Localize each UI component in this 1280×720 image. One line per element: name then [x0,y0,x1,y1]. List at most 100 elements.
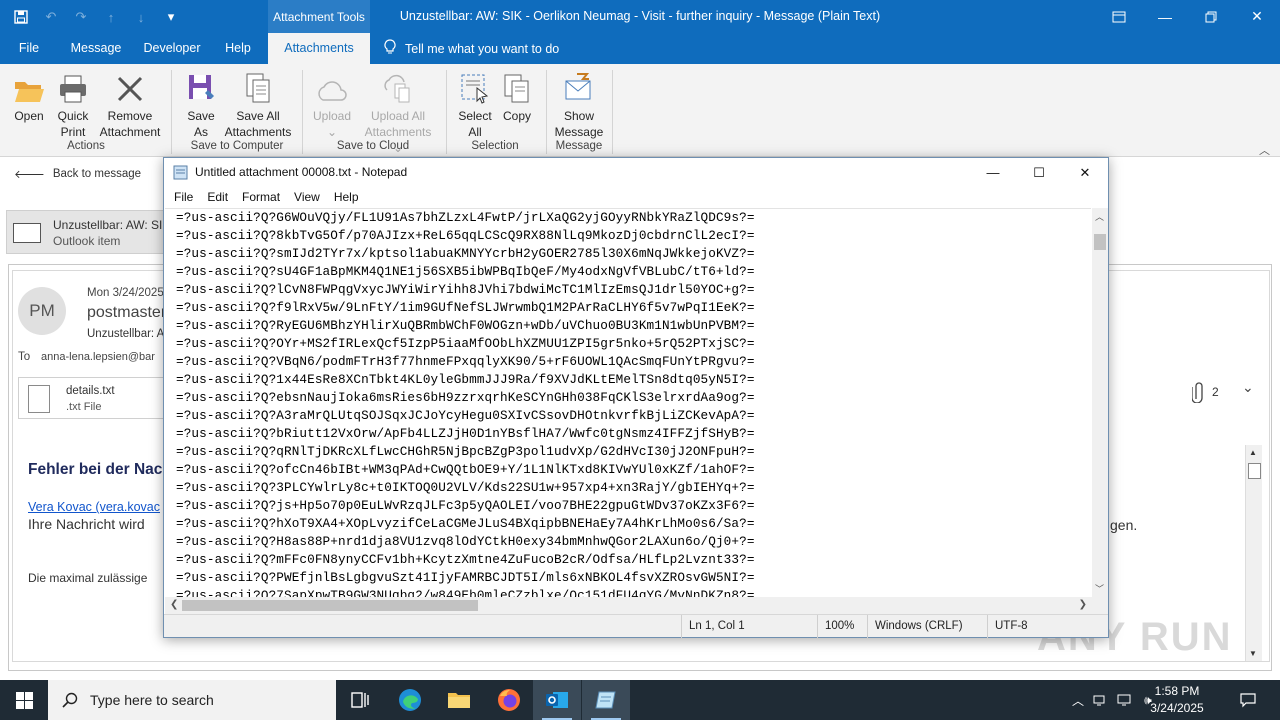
back-to-message-link[interactable]: 🡐 Back to message [14,167,141,181]
taskbar-clock[interactable]: 1:58 PM 3/24/2025 [1133,683,1221,717]
tab-message[interactable]: Message [62,33,130,64]
notepad-close-button[interactable]: ✕ [1062,158,1108,187]
notepad-horizontal-scrollbar[interactable]: ❮ ❯ [165,597,1092,614]
arrow-down-icon[interactable]: ↓ [128,6,154,28]
ribbon-display-options-icon[interactable] [1096,0,1142,33]
scroll-up-icon[interactable]: ︿ [1095,210,1104,223]
edge-taskbar-button[interactable] [386,680,434,720]
scroll-right-icon[interactable]: ❯ [1079,599,1087,610]
group-save-cloud-label: Save to Cloud [336,140,410,152]
tab-developer[interactable]: Developer [138,33,206,64]
menu-file[interactable]: File [167,187,200,208]
restore-button[interactable] [1188,0,1234,33]
show-message-label-1: Show [563,109,595,123]
chevron-up-icon[interactable]: ︿ [1068,692,1088,709]
dropdown-caret-icon: ⌄ [326,125,338,139]
menu-format[interactable]: Format [235,187,287,208]
open-button[interactable]: Open [8,70,50,124]
collapse-ribbon-icon[interactable]: ︿ [1259,142,1270,158]
attachment-count[interactable]: 2 [1192,381,1219,403]
customize-qat-icon[interactable]: ▾ [158,6,184,28]
notepad-minimize-button[interactable]: — [970,158,1016,187]
notepad-taskbar-button[interactable] [582,680,630,720]
notepad-maximize-button[interactable]: ☐ [1016,158,1062,187]
network-icon[interactable] [1088,693,1112,707]
menu-view[interactable]: View [287,187,327,208]
scroll-up-icon[interactable]: ▲ [1249,448,1257,457]
message-sender[interactable]: postmaster [87,304,166,322]
outlook-taskbar-button[interactable] [533,680,581,720]
taskbar-search-box[interactable]: Type here to search [48,680,336,720]
remove-attachment-button[interactable]: Remove Attachment [96,70,164,140]
tab-file[interactable]: File [8,33,50,64]
search-placeholder: Type here to search [90,692,214,708]
chevron-down-icon[interactable]: ⌄ [1242,379,1254,396]
upload-button[interactable]: Upload ⌄ [308,70,356,140]
text-line: =?us-ascii?Q?H8as88P+nrd1dja8VU1zvq8lOdY… [176,534,755,549]
redo-icon[interactable]: ↷ [68,6,94,28]
quick-print-label-1: Quick [57,109,89,123]
tell-me-text: Tell me what you want to do [405,41,560,56]
save-icon[interactable] [8,6,34,28]
message-link[interactable]: Vera Kovac (vera.kovac [28,500,160,514]
paperclip-icon [1192,382,1203,403]
envelope-icon [13,223,41,243]
close-button[interactable]: ✕ [1234,0,1280,33]
text-line: =?us-ascii?Q?sU4GF1aBpMKM4Q1NE1j56SXB5ib… [176,264,755,279]
file-explorer-taskbar-button[interactable] [435,680,483,720]
notepad-text-area[interactable]: =?us-ascii?Q?G6WOuVQjy/FL1U91As7bhZLzxL4… [165,208,1091,597]
tab-help[interactable]: Help [214,33,262,64]
upload-label: Upload [312,109,352,123]
cloud-icon [318,81,347,101]
firefox-icon [498,689,520,711]
quick-print-button[interactable]: Quick Print [52,70,94,140]
menu-edit[interactable]: Edit [200,187,235,208]
notification-center-icon[interactable] [1232,680,1264,720]
copy-label: Copy [502,109,531,123]
show-message-button[interactable]: Show Message [552,70,606,140]
vertical-scroll-thumb[interactable] [1094,234,1106,250]
firefox-taskbar-button[interactable] [485,680,533,720]
save-as-button[interactable]: Save As [180,70,222,140]
message-scrollbar[interactable]: ▲ ▼ [1245,445,1262,661]
windows-taskbar: Type here to search ︿ 🕪 1:58 PM 3/24/202… [0,680,1280,720]
text-line: =?us-ascii?Q?1x44EsRe8XCnTbkt4KL0yleGbmm… [176,372,755,387]
attachment-type: .txt File [66,401,102,413]
attachment-card[interactable]: details.txt .txt File [18,377,168,419]
text-line: =?us-ascii?Q?js+Hp5o70p0EuLWvRzqJLFc3p5y… [176,498,755,513]
quick-access-toolbar: ↶ ↷ ↑ ↓ ▾ [8,6,184,28]
select-all-label-2: All [468,125,482,139]
attached-outlook-item[interactable]: Unzustellbar: AW: SIK Outlook item [6,210,176,254]
start-button[interactable] [0,680,48,720]
scroll-left-icon[interactable]: ❮ [170,599,178,610]
task-view-button[interactable] [336,680,384,720]
save-all-attachments-button[interactable]: Save All Attachments [222,70,294,140]
undo-icon[interactable]: ↶ [38,6,64,28]
arrow-up-icon[interactable]: ↑ [98,6,124,28]
scroll-down-icon[interactable]: ▼ [1249,649,1257,658]
ribbon-divider [446,70,447,154]
text-line: =?us-ascii?Q?bRiutt12VxOrw/ApFb4LLZJjH0D… [176,426,755,441]
scroll-down-icon[interactable]: ﹀ [1095,582,1104,595]
horizontal-scroll-thumb[interactable] [182,600,478,611]
scroll-thumb[interactable] [1248,463,1261,479]
tab-attachments[interactable]: Attachments [268,33,370,64]
notepad-vertical-scrollbar[interactable]: ︿ ﹀ [1092,208,1108,597]
minimize-button[interactable]: — [1142,0,1188,33]
copy-icon [504,74,529,103]
notepad-icon [173,165,189,180]
window-title: Unzustellbar: AW: SIK - Oerlikon Neumag … [399,9,881,23]
copy-button[interactable]: Copy [500,70,534,124]
to-recipient[interactable]: anna-lena.lepsien@bar [41,351,155,363]
menu-help[interactable]: Help [327,187,366,208]
tell-me-box[interactable]: Tell me what you want to do [384,33,559,64]
window-controls: — ✕ [1096,0,1280,33]
message-date: Mon 3/24/2025 [87,287,164,299]
documents-icon [246,73,270,103]
text-line: =?us-ascii?Q?7SapXpwTB9GW3NUqbq2/w849Eb0… [176,588,755,597]
select-all-button[interactable]: Select All [452,70,498,140]
remove-x-icon [117,76,143,102]
edge-icon [399,689,421,711]
status-encoding: UTF-8 [987,615,1108,638]
back-to-message-label: Back to message [52,168,142,180]
